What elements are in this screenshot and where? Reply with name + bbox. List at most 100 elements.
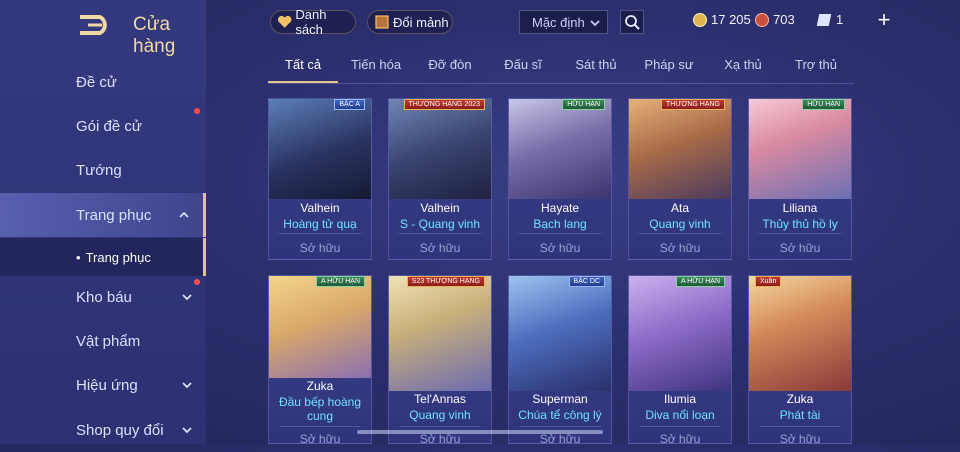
skin-art [749,99,851,199]
skin-card[interactable]: HỮU HẠN Liliana Thủy thủ hồ ly Sở hữu [748,98,852,260]
card-divider [399,233,481,234]
skin-card[interactable]: THƯỢNG HẠNG 2023 Valhein S - Quang vinh … [388,98,492,260]
skin-name: S - Quang vinh [399,217,481,231]
voucher-amount: 1 [836,12,844,27]
tab-support[interactable]: Trợ thủ [790,57,842,83]
tier-badge: BẬC DC [568,276,605,287]
gold-coin-icon [693,12,707,27]
tier-badge: THƯỢNG HẠNG [661,99,725,110]
card-divider [279,426,361,427]
skin-art [629,99,731,199]
sidebar-item-label: Trang phục [76,206,152,224]
card-divider [279,233,361,234]
sidebar-item-label: Tướng [76,161,122,179]
skin-card[interactable]: BẬC DC Superman Chúa tể công lý Sở hữu [508,275,612,444]
add-currency-button[interactable]: + [874,9,894,32]
owned-status: Sở hữu [659,241,701,255]
sidebar-item-items[interactable]: Vật phẩm [0,319,206,363]
tab-label: Tất cả [284,57,322,72]
tab-evolution[interactable]: Tiến hóa [348,57,404,83]
gold-amount: 17 205 [711,12,751,27]
owned-status: Sở hữu [299,432,341,444]
skin-art [269,99,371,199]
hero-name: Superman [532,392,588,406]
chevron-down-icon [182,294,192,301]
skin-card[interactable]: S23 THƯỢNG HẠNG Tel'Annas Quang vinh Sở … [388,275,492,444]
owned-status: Sở hữu [779,241,821,255]
back-logo-icon[interactable] [76,14,116,36]
skin-card[interactable]: HỮU HẠN Hayate Bạch lang Sở hữu [508,98,612,260]
owned-status: Sở hữu [299,241,341,255]
skin-card[interactable]: BẬC A Valhein Hoàng tử quạ Sở hữu [268,98,372,260]
sidebar-item-effects[interactable]: Hiệu ứng [0,363,206,407]
tab-label: Xạ thủ [724,57,762,72]
sidebar: Cửa hàng Đề cử Gói đề cử Tướng Trang phụ… [0,0,206,444]
chevron-down-icon [182,427,192,434]
scroll-indicator[interactable] [357,430,603,434]
tab-marksman[interactable]: Xạ thủ [718,57,768,83]
sidebar-item-skins[interactable]: Trang phục [0,193,206,237]
hero-name: Ata [670,201,689,215]
sidebar-item-recommended[interactable]: Đề cử [0,60,206,104]
card-divider [759,233,841,234]
list-button[interactable]: Danh sách [270,7,356,37]
hero-name: Ilumia [663,392,696,406]
tab-label: Pháp sư [644,57,694,72]
skin-art [629,276,731,391]
sidebar-item-label: Vật phẩm [76,332,141,350]
notification-dot-icon [194,108,200,114]
tab-label: Đỡ đòn [428,57,472,72]
owned-status: Sở hữu [539,241,581,255]
sidebar-item-treasure[interactable]: Kho báu [0,275,206,319]
skin-card[interactable]: THƯỢNG HẠNG Ata Quang vinh Sở hữu [628,98,732,260]
sidebar-subitem-skins[interactable]: • Trang phục [0,238,206,276]
sort-dropdown[interactable]: Mặc định [519,10,608,34]
exchange-fragments-button[interactable]: Đổi mảnh [367,10,453,34]
skin-name: Bạch lang [533,217,587,231]
sidebar-item-label: Shop quy đổi [76,421,164,439]
exchange-button-label: Đổi mảnh [393,14,449,30]
bullet-icon: • [76,249,81,265]
skin-card[interactable]: Xuân Zuka Phát tài Sở hữu [748,275,852,444]
sidebar-item-label: Hiệu ứng [76,376,138,394]
card-divider [519,426,601,427]
sidebar-item-bundles[interactable]: Gói đề cử [0,104,206,148]
tab-all[interactable]: Tất cả [268,57,338,83]
chevron-up-icon [179,211,189,218]
skin-art [269,276,371,378]
search-button[interactable] [620,10,644,34]
sidebar-item-heroes[interactable]: Tướng [0,148,206,192]
hero-name: Tel'Annas [414,392,466,406]
tab-fighter[interactable]: Đấu sĩ [498,57,548,83]
tier-badge: HỮU HẠN [562,99,605,110]
skin-card[interactable]: A HỮU HẠN Ilumia Diva nổi loạn Sở hữu [628,275,732,444]
voucher-icon [816,13,832,26]
tier-badge: THƯỢNG HẠNG 2023 [403,99,485,110]
tab-label: Đấu sĩ [504,57,542,72]
owned-status: Sở hữu [419,241,461,255]
skin-art [389,276,491,391]
chevron-down-icon [590,20,600,27]
tab-label: Tiến hóa [350,57,402,72]
tab-assassin[interactable]: Sát thủ [570,57,622,83]
tier-badge: BẬC A [334,99,365,110]
owned-status: Sở hữu [659,432,701,444]
card-divider [759,426,841,427]
fragment-icon [375,15,389,29]
chevron-down-icon [182,382,192,389]
tab-tank[interactable]: Đỡ đòn [424,57,476,83]
skin-art [509,99,611,199]
tab-label: Trợ thủ [795,57,837,72]
skin-card[interactable]: A HỮU HẠN Zuka Đầu bếp hoàng cung Sở hữu [268,275,372,444]
tab-mage[interactable]: Pháp sư [642,57,696,83]
tier-badge: HỮU HẠN [802,99,845,110]
tier-badge: A HỮU HẠN [315,276,365,287]
skin-name: Chúa tể công lý [518,408,602,422]
card-divider [399,426,481,427]
sidebar-item-exchange-shop[interactable]: Shop quy đổi [0,408,206,452]
skin-art [749,276,851,391]
card-divider [639,426,721,427]
notification-dot-icon [194,279,200,285]
tier-badge: A HỮU HẠN [675,276,725,287]
skin-name: Hoàng tử quạ [283,217,357,231]
